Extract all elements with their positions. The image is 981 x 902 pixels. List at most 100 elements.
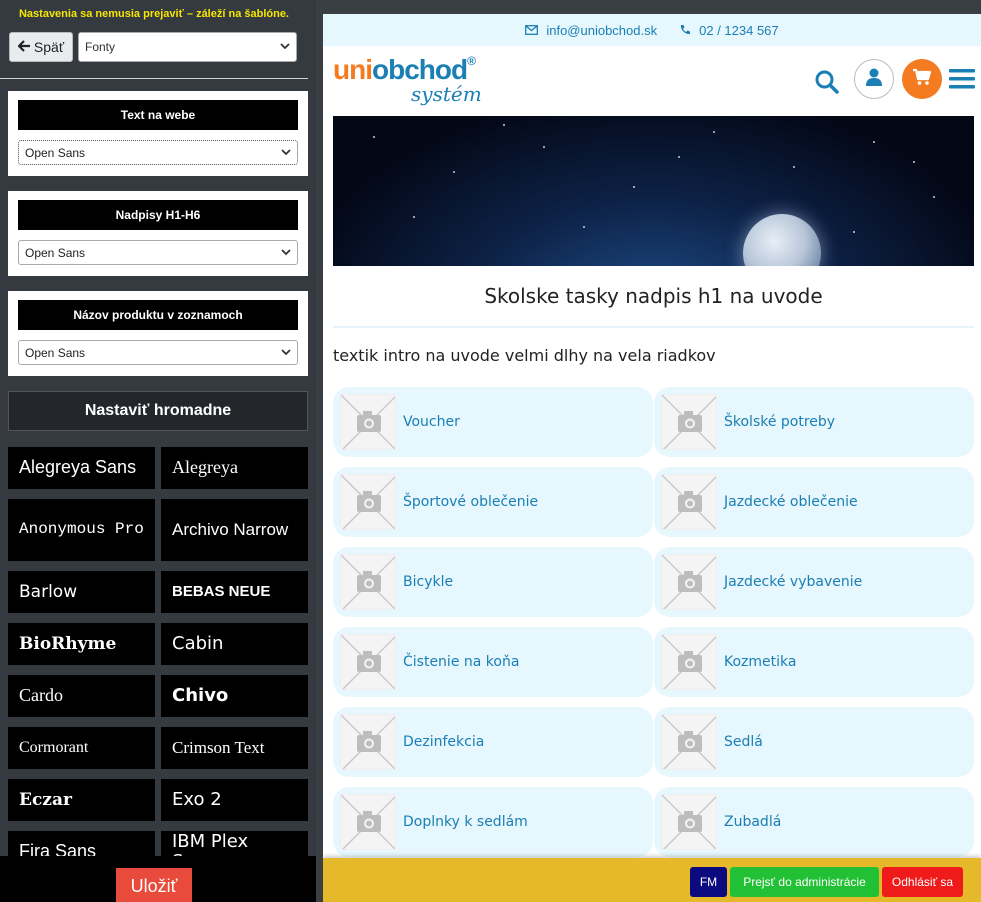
contact-phone[interactable]: 02 / 1234 567 — [679, 23, 779, 38]
hero-banner[interactable] — [333, 116, 974, 266]
category-label: Doplnky k sedlám — [403, 814, 528, 830]
font-box-text: Text na webe Open Sans — [8, 91, 308, 176]
save-button[interactable]: Uložiť — [116, 868, 192, 902]
logout-button[interactable]: Odhlásiť sa — [882, 867, 963, 897]
font-option[interactable]: Eczar — [8, 779, 155, 821]
logo-obchod: obchod — [372, 54, 468, 85]
camera-placeholder-icon — [340, 394, 396, 450]
category-label: Voucher — [403, 414, 460, 430]
category-tile[interactable]: Bicykle — [333, 547, 653, 617]
chevron-down-icon — [281, 347, 291, 359]
divider — [0, 78, 308, 79]
font-box-title: Názov produktu v zoznamoch — [18, 300, 298, 330]
camera-placeholder-icon — [661, 394, 717, 450]
category-label: Športové oblečenie — [403, 494, 539, 510]
category-tile[interactable]: Jazdecké oblečenie — [654, 467, 974, 537]
camera-placeholder-icon — [340, 714, 396, 770]
category-tile[interactable]: Školské potreby — [654, 387, 974, 457]
camera-placeholder-icon — [340, 474, 396, 530]
font-option[interactable]: Crimson Text — [161, 727, 308, 769]
category-tile[interactable]: Kozmetika — [654, 627, 974, 697]
section-select[interactable]: Fonty — [78, 32, 297, 62]
category-label: Školské potreby — [724, 414, 836, 430]
camera-placeholder-icon — [340, 634, 396, 690]
font-option[interactable]: BioRhyme — [8, 623, 155, 665]
go-to-admin-button[interactable]: Prejsť do administrácie — [730, 867, 879, 897]
category-label: Dezinfekcia — [403, 734, 485, 750]
camera-placeholder-icon — [340, 554, 396, 610]
category-tile[interactable]: Jazdecké vybavenie — [654, 547, 974, 617]
category-tile[interactable]: Zubadlá — [654, 787, 974, 857]
chevron-down-icon — [281, 247, 291, 259]
contact-email[interactable]: info@uniobchod.sk — [525, 23, 657, 38]
category-tile[interactable]: Voucher — [333, 387, 653, 457]
envelope-icon — [525, 25, 539, 35]
section-select-value: Fonty — [85, 40, 116, 54]
category-label: Bicykle — [403, 574, 454, 590]
camera-placeholder-icon — [340, 794, 396, 850]
bulk-set-button[interactable]: Nastaviť hromadne — [8, 391, 308, 431]
font-settings-panel: Nastavenia sa nemusia prejaviť – záleží … — [0, 0, 316, 902]
font-option[interactable]: Archivo Narrow — [161, 499, 308, 561]
phone-icon — [679, 24, 691, 36]
category-label: Zubadlá — [724, 814, 782, 830]
font-select-product-name[interactable]: Open Sans — [18, 340, 298, 365]
category-tile[interactable]: Sedlá — [654, 707, 974, 777]
category-tile[interactable]: Čistenie na koňa — [333, 627, 653, 697]
contact-bar: info@uniobchod.sk 02 / 1234 567 — [323, 14, 981, 46]
font-option[interactable]: BEBAS NEUE — [161, 571, 308, 613]
category-label: Kozmetika — [724, 654, 797, 670]
font-option[interactable]: Cardo — [8, 675, 155, 717]
cart-button[interactable] — [902, 59, 942, 99]
category-tile[interactable]: Športové oblečenie — [333, 467, 653, 537]
font-box-title: Nadpisy H1-H6 — [18, 200, 298, 230]
search-icon[interactable] — [813, 68, 841, 96]
font-option[interactable]: Alegreya — [161, 447, 308, 489]
font-option[interactable]: Barlow — [8, 571, 155, 613]
category-label: Čistenie na koňa — [403, 654, 520, 670]
settings-notice: Nastavenia sa nemusia prejaviť – záleží … — [18, 8, 289, 20]
file-manager-button[interactable]: FM — [690, 867, 727, 897]
category-label: Jazdecké oblečenie — [724, 494, 858, 510]
cart-icon — [912, 68, 932, 91]
category-label: Jazdecké vybavenie — [724, 574, 863, 590]
font-option[interactable]: Cabin — [161, 623, 308, 665]
intro-text: textik intro na uvode velmi dlhy na vela… — [333, 346, 716, 365]
user-account-button[interactable] — [854, 59, 894, 99]
font-option[interactable]: Alegreya Sans — [8, 447, 155, 489]
back-button-label: Späť — [33, 39, 65, 55]
font-option[interactable]: Cormorant — [8, 727, 155, 769]
title-divider — [333, 326, 974, 328]
font-box-title: Text na webe — [18, 100, 298, 130]
site-preview: info@uniobchod.sk 02 / 1234 567 uniobcho… — [323, 14, 981, 902]
font-select-value: Open Sans — [25, 245, 86, 260]
site-logo[interactable]: uniobchod® systém — [333, 54, 483, 110]
font-box-product-name: Názov produktu v zoznamoch Open Sans — [8, 291, 308, 376]
save-bar: Uložiť — [0, 856, 316, 902]
back-button[interactable]: Späť — [9, 32, 73, 62]
hamburger-menu-icon[interactable] — [949, 66, 975, 92]
category-tile[interactable]: Doplnky k sedlám — [333, 787, 653, 857]
font-option[interactable]: Anonymous Pro — [8, 499, 155, 561]
font-select-value: Open Sans — [25, 345, 86, 360]
camera-placeholder-icon — [661, 714, 717, 770]
site-header: uniobchod® systém — [323, 46, 981, 116]
user-icon — [865, 67, 883, 92]
admin-bar: FM Prejsť do administrácie Odhlásiť sa — [323, 858, 981, 902]
chevron-down-icon — [280, 41, 290, 53]
arrow-left-icon — [17, 39, 31, 55]
phone-text: 02 / 1234 567 — [699, 22, 779, 38]
font-option[interactable]: Exo 2 — [161, 779, 308, 821]
camera-placeholder-icon — [661, 554, 717, 610]
camera-placeholder-icon — [661, 474, 717, 530]
category-tile[interactable]: Dezinfekcia — [333, 707, 653, 777]
page-title: Skolske tasky nadpis h1 na uvode — [484, 284, 823, 308]
logo-sub: systém — [411, 82, 482, 106]
font-select-value: Open Sans — [25, 145, 86, 160]
category-label: Sedlá — [724, 734, 763, 750]
font-select-headings[interactable]: Open Sans — [18, 240, 298, 265]
camera-placeholder-icon — [661, 794, 717, 850]
font-select-text[interactable]: Open Sans — [18, 140, 298, 165]
moon-image — [743, 214, 821, 266]
font-option[interactable]: Chivo — [161, 675, 308, 717]
